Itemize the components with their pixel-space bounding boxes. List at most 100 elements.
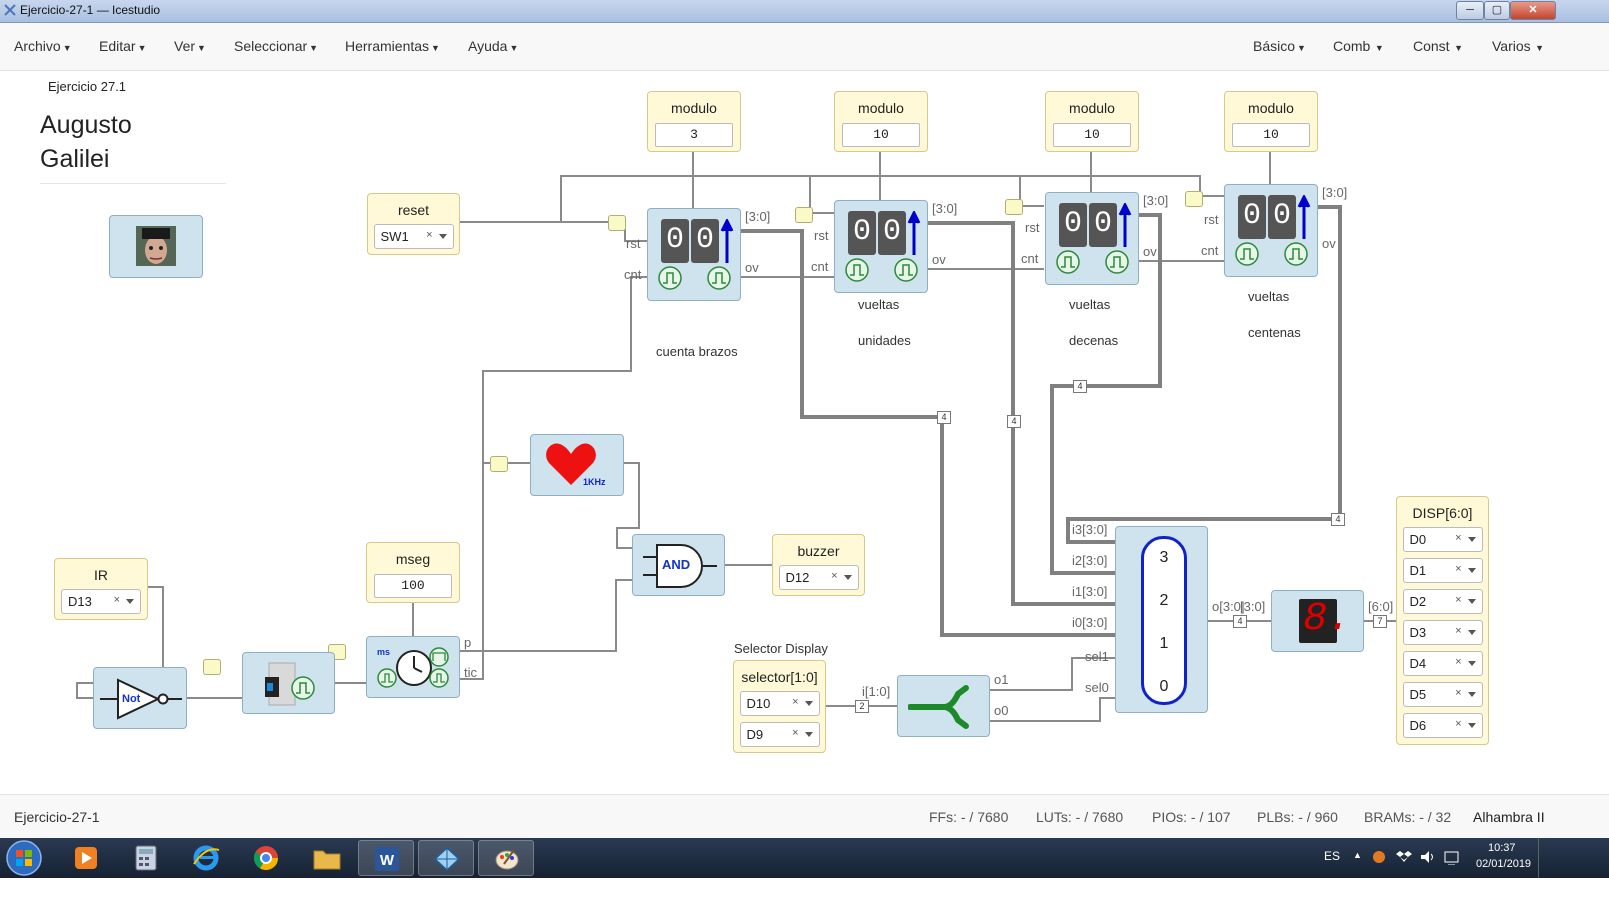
modulo-constant-3[interactable]: modulo 10 (1045, 91, 1139, 152)
modulo-constant-4[interactable]: modulo 10 (1224, 91, 1318, 152)
constant-value[interactable]: 10 (1053, 123, 1131, 147)
disp-pin-select[interactable]: D4 × (1402, 651, 1483, 676)
language-indicator[interactable]: ES (1324, 849, 1340, 863)
port-label-i3: i3[3:0] (1072, 522, 1108, 537)
clock-input-port[interactable] (203, 659, 221, 675)
taskbar-internet-explorer[interactable] (178, 840, 234, 876)
show-desktop-button[interactable] (1538, 838, 1549, 878)
counter-block-4[interactable]: 0 0 (1224, 184, 1318, 277)
taskbar-media-player[interactable] (58, 840, 114, 876)
disp-pin-select[interactable]: D0 × (1402, 527, 1483, 552)
debouncer-block[interactable] (242, 652, 335, 714)
selector-pin1-select[interactable]: D10 × (739, 691, 820, 716)
constant-value[interactable]: 3 (655, 123, 733, 147)
taskbar-word[interactable]: W (358, 840, 414, 876)
and-gate-block[interactable]: AND (632, 534, 725, 596)
taskbar-file-explorer[interactable] (298, 840, 354, 876)
not-gate-block[interactable]: Not (93, 667, 187, 729)
tray-app-icon[interactable] (1372, 850, 1386, 864)
reset-pin-select[interactable]: SW1 × (373, 224, 454, 249)
digit-display: 0 (1238, 195, 1266, 239)
folder-icon (313, 850, 341, 870)
multiplexer-block[interactable]: 3 2 1 0 (1115, 526, 1208, 713)
menu-archivo[interactable]: Archivo ▼ (14, 38, 72, 54)
buzzer-pin-select[interactable]: D12 × (778, 565, 859, 590)
reset-input-block[interactable]: reset SW1 × (367, 193, 460, 255)
constant-value[interactable]: 10 (1232, 123, 1310, 147)
action-center-icon[interactable] (1444, 849, 1460, 865)
clock-input-port[interactable] (608, 215, 626, 231)
selector-title: selector[1:0] (741, 669, 818, 685)
clock-input-port[interactable] (490, 456, 508, 472)
not-gate-label: Not (122, 693, 141, 705)
menu-comb[interactable]: Comb ▼ (1333, 38, 1384, 54)
taskbar-icestudio[interactable] (418, 840, 474, 876)
and-gate-label: AND (662, 557, 691, 572)
menu-herramientas[interactable]: Herramientas ▼ (345, 38, 440, 54)
start-button-icon[interactable] (4, 839, 44, 877)
clock-input-port[interactable] (795, 207, 813, 223)
image-block[interactable] (109, 215, 203, 278)
port-label-bus: [3:0] (932, 201, 958, 216)
modulo-constant-2[interactable]: modulo 10 (834, 91, 928, 152)
menu-varios[interactable]: Varios ▼ (1492, 38, 1544, 54)
taskbar-calculator[interactable] (118, 840, 174, 876)
menu-basico[interactable]: Básico ▼ (1253, 38, 1306, 54)
menu-ayuda[interactable]: Ayuda ▼ (468, 38, 518, 54)
menu-seleccionar[interactable]: Seleccionar ▼ (234, 38, 318, 54)
wire-width-label: 4 (1007, 415, 1021, 428)
clock-time[interactable]: 10:37 (1488, 842, 1516, 854)
counter-block-3[interactable]: 0 0 (1045, 192, 1139, 285)
volume-icon[interactable] (1420, 849, 1436, 865)
disp-pin-select[interactable]: D3 × (1402, 620, 1483, 645)
buzzer-output-block[interactable]: buzzer D12 × (772, 534, 865, 596)
disp-pin-select[interactable]: D6 × (1402, 713, 1483, 738)
ir-input-block[interactable]: IR D13 × (54, 558, 148, 620)
clock-input-port[interactable] (1005, 199, 1023, 215)
seven-segment-block[interactable]: 8. (1271, 590, 1364, 652)
counter-block-1[interactable]: 0 0 (647, 208, 741, 301)
constant-value[interactable]: 100 (374, 574, 452, 598)
modulo-constant-1[interactable]: modulo 3 (647, 91, 741, 152)
disp-pin-select[interactable]: D2 × (1402, 589, 1483, 614)
timer-ms-block[interactable]: ms (366, 636, 460, 698)
buzzer-title: buzzer (797, 543, 840, 559)
selector-input-block[interactable]: selector[1:0] D10 × D9 × (733, 660, 826, 753)
port-label-ov: ov (1322, 236, 1336, 251)
digit-value: 0 (1063, 207, 1082, 241)
minimize-button[interactable]: ─ (1456, 1, 1484, 20)
disp-pin-select[interactable]: D1 × (1402, 558, 1483, 583)
clock-input-port[interactable] (1185, 191, 1203, 207)
heartbeat-1khz-block[interactable]: 1KHz (530, 434, 624, 496)
selector-pin2-select[interactable]: D9 × (739, 722, 820, 747)
disp-title: DISP[6:0] (1412, 505, 1473, 521)
port-label-i0: i0[3:0] (1072, 615, 1108, 630)
dropdown-arrow-icon (843, 575, 852, 580)
port-label-rst: rst (1204, 212, 1219, 227)
disp-output-block[interactable]: DISP[6:0] D0 × D1 × D2 × D3 × D4 × D5 × D6 × (1396, 496, 1489, 745)
show-hidden-icons-icon[interactable]: ▲ (1353, 850, 1362, 860)
bus-splitter-block[interactable] (897, 675, 990, 737)
taskbar-paint[interactable] (478, 840, 534, 876)
constant-title: modulo (858, 100, 904, 116)
design-canvas[interactable]: 4 4 4 4 4 7 2 Ejercicio 27.1 Augusto Gal… (0, 71, 1609, 793)
counter-block-2[interactable]: 0 0 (834, 200, 928, 293)
disp-pin-select[interactable]: D5 × (1402, 682, 1483, 707)
mseg-constant[interactable]: mseg 100 (366, 542, 460, 603)
port-label-cnt: cnt (624, 267, 642, 282)
frequency-label: 1KHz (583, 477, 606, 487)
clock-date[interactable]: 02/01/2019 (1476, 858, 1531, 870)
dropbox-icon[interactable] (1396, 850, 1412, 864)
constant-value[interactable]: 10 (842, 123, 920, 147)
taskbar-chrome[interactable] (238, 840, 294, 876)
digit-value: 0 (1272, 199, 1291, 233)
ir-pin-select[interactable]: D13 × (61, 589, 141, 614)
digit-display: 0 (878, 211, 906, 255)
menu-ver[interactable]: Ver ▼ (174, 38, 206, 54)
menu-editar[interactable]: Editar ▼ (99, 38, 147, 54)
status-board[interactable]: Alhambra II (1473, 809, 1545, 825)
mux-input-digit: 1 (1159, 635, 1169, 652)
close-button[interactable]: ✕ (1510, 1, 1556, 20)
maximize-button[interactable]: ▢ (1484, 1, 1510, 20)
menu-const[interactable]: Const ▼ (1413, 38, 1463, 54)
